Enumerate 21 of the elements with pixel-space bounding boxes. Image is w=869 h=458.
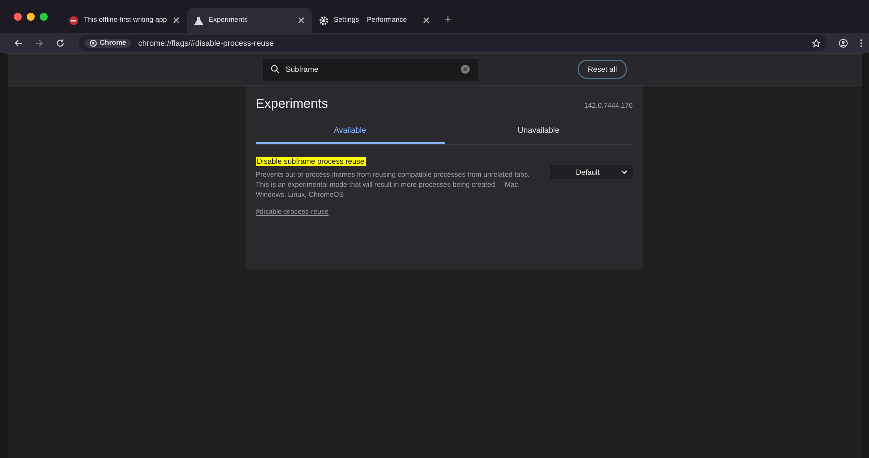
gear-icon xyxy=(319,16,329,26)
url-text: chrome://flags/#disable-process-reuse xyxy=(138,38,274,48)
close-icon[interactable] xyxy=(173,17,180,24)
flask-icon xyxy=(194,16,204,26)
chrome-icon xyxy=(90,40,97,46)
clear-icon[interactable] xyxy=(461,65,470,74)
reload-icon[interactable] xyxy=(56,38,65,48)
search-icon xyxy=(271,65,280,74)
page-title: Experiments xyxy=(256,96,328,111)
site-icon xyxy=(69,16,79,26)
star-icon[interactable] xyxy=(812,38,821,48)
profile-icon[interactable] xyxy=(839,38,848,48)
new-tab-button[interactable]: + xyxy=(445,14,452,26)
menu-icon[interactable] xyxy=(860,38,863,48)
page-tab[interactable]: Unavailable xyxy=(444,123,633,144)
chevron-down-icon xyxy=(621,170,628,174)
page-tab[interactable]: Available xyxy=(256,123,444,144)
close-icon[interactable] xyxy=(298,17,305,24)
forward-icon[interactable] xyxy=(35,38,44,48)
back-icon[interactable] xyxy=(14,38,23,48)
close-icon[interactable] xyxy=(423,17,430,24)
